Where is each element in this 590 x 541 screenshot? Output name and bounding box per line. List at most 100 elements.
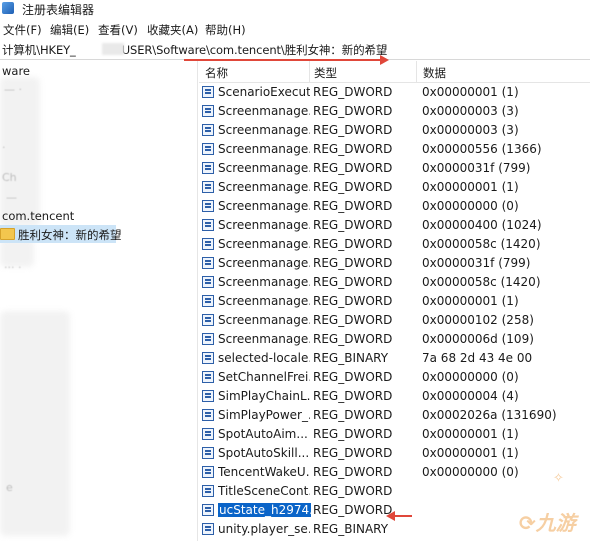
tree-item-software[interactable]: ware	[2, 64, 30, 78]
value-data: 7a 68 2d 43 4e 00	[422, 351, 533, 365]
value-type: REG_DWORD	[313, 370, 393, 384]
value-data: 0x00000004 (4)	[422, 389, 519, 403]
menu-view[interactable]: 查看(V)	[98, 22, 138, 38]
value-data: 0x00000102 (258)	[422, 313, 534, 327]
table-row[interactable]: TencentWakeU... REG_DWORD 0x00000000 (0)	[199, 463, 590, 482]
table-row[interactable]: SpotAutoAim... REG_DWORD 0x00000001 (1)	[199, 425, 590, 444]
table-row[interactable]: Screenmanage... REG_DWORD 0x00000102 (258)	[199, 311, 590, 330]
registry-value-icon	[202, 390, 214, 402]
table-row[interactable]: selected-locale... REG_BINARY 7a 68 2d 43 …	[199, 349, 590, 368]
value-type: REG_DWORD	[313, 313, 393, 327]
registry-value-icon	[202, 371, 214, 383]
registry-value-icon	[202, 200, 214, 212]
table-row[interactable]: SpotAutoSkill... REG_DWORD 0x00000001 (1)	[199, 444, 590, 463]
table-row[interactable]: Screenmanage... REG_DWORD 0x0000058c (1420…	[199, 273, 590, 292]
value-type: REG_DWORD	[313, 389, 393, 403]
table-row[interactable]: SetChannelFrei... REG_DWORD 0x00000000 (0)	[199, 368, 590, 387]
value-type: REG_DWORD	[313, 180, 393, 194]
value-data: 0x00000001 (1)	[422, 180, 519, 194]
column-header-data[interactable]: 数据	[423, 65, 446, 81]
address-bar[interactable]: 计算机\HKEY_ USER\Software\com.tencent\胜利女神：…	[0, 39, 590, 60]
column-header-type[interactable]: 类型	[314, 65, 337, 81]
value-data: 0x00000003 (3)	[422, 104, 519, 118]
tree-item-selected[interactable]: 胜利女神：新的希望	[0, 227, 122, 243]
address-prefix: 计算机\HKEY_	[2, 43, 76, 57]
registry-value-icon	[202, 485, 214, 497]
value-type: REG_DWORD	[313, 484, 393, 498]
blurred-tree-text: ··· ·	[4, 261, 22, 274]
table-row[interactable]: Screenmanage... REG_DWORD 0x00000001 (1)	[199, 178, 590, 197]
table-row[interactable]: SimPlayChainL... REG_DWORD 0x00000004 (4)	[199, 387, 590, 406]
value-data: 0x0000031f (799)	[422, 256, 531, 270]
value-type: REG_DWORD	[313, 446, 393, 460]
table-row[interactable]: Screenmanage... REG_DWORD 0x00000400 (1024…	[199, 216, 590, 235]
values-list[interactable]: 名称 类型 数据 ScenarioExecut...REG_DWORD0x000…	[199, 61, 590, 541]
table-row[interactable]: Screenmanage... REG_DWORD 0x0000031f (799)	[199, 254, 590, 273]
pane-splitter[interactable]	[197, 61, 198, 541]
value-type: REG_DWORD	[313, 218, 393, 232]
tree-item-com-tencent[interactable]: com.tencent	[2, 209, 74, 223]
menu-file[interactable]: 文件(F)	[3, 22, 42, 38]
registry-value-icon	[202, 466, 214, 478]
table-row[interactable]: ScenarioExecut...REG_DWORD 0x00000001 (1)	[199, 83, 590, 102]
value-name: SpotAutoSkill...	[218, 446, 310, 460]
table-row[interactable]: Screenmanage... REG_DWORD 0x0000006d (109)	[199, 330, 590, 349]
registry-value-icon	[202, 352, 214, 364]
menu-edit[interactable]: 编辑(E)	[50, 22, 89, 38]
blurred-tree-text: Ch	[2, 171, 17, 184]
registry-value-icon	[202, 257, 214, 269]
registry-value-icon	[202, 295, 214, 307]
table-row[interactable]: SimPlayPower_... REG_DWORD 0x0002026a (131…	[199, 406, 590, 425]
annotation-arrow-line	[392, 515, 412, 517]
table-row[interactable]: Screenmanage... REG_DWORD 0x00000003 (3)	[199, 121, 590, 140]
value-type: REG_DWORD	[313, 294, 393, 308]
column-header-name[interactable]: 名称	[205, 65, 228, 81]
value-name: Screenmanage...	[218, 275, 310, 289]
value-type: REG_BINARY	[313, 522, 389, 536]
table-row[interactable]: TitleSceneCont... REG_DWORD	[199, 482, 590, 501]
registry-value-icon	[202, 409, 214, 421]
table-row[interactable]: Screenmanage... REG_DWORD 0x00000003 (3)	[199, 102, 590, 121]
value-name: Screenmanage...	[218, 142, 310, 156]
value-data: 0x00000001 (1)	[422, 427, 519, 441]
value-data: 0x00000003 (3)	[422, 123, 519, 137]
value-name: Screenmanage...	[218, 161, 310, 175]
value-type: REG_DWORD	[313, 85, 393, 99]
table-row[interactable]: Screenmanage... REG_DWORD 0x00000000 (0)	[199, 197, 590, 216]
regedit-icon	[2, 2, 14, 14]
menu-help[interactable]: 帮助(H)	[205, 22, 246, 38]
value-type: REG_DWORD	[313, 465, 393, 479]
folder-icon	[0, 228, 15, 240]
value-data: 0x00000556 (1366)	[422, 142, 542, 156]
value-type: REG_DWORD	[313, 237, 393, 251]
column-divider[interactable]	[416, 61, 417, 82]
table-row[interactable]: Screenmanage... REG_DWORD 0x00000001 (1)	[199, 292, 590, 311]
value-type: REG_DWORD	[313, 161, 393, 175]
address-suffix: USER\Software\com.tencent\胜利女神：新的希望	[121, 43, 388, 57]
value-name: SimPlayPower_...	[218, 408, 310, 422]
menu-favorites[interactable]: 收藏夹(A)	[147, 22, 198, 38]
table-row[interactable]: Screenmanage... REG_DWORD 0x0000058c (1420…	[199, 235, 590, 254]
registry-value-icon	[202, 523, 214, 535]
registry-value-icon	[202, 219, 214, 231]
value-data: 0x00000001 (1)	[422, 294, 519, 308]
registry-value-icon	[202, 428, 214, 440]
value-name: selected-locale...	[218, 351, 310, 365]
value-name: Screenmanage...	[218, 332, 310, 346]
value-name: TitleSceneCont...	[218, 484, 310, 498]
column-divider[interactable]	[309, 61, 310, 82]
value-name: SimPlayChainL...	[218, 389, 310, 403]
registry-value-icon	[202, 105, 214, 117]
value-data: 0x00000001 (1)	[422, 446, 519, 460]
tree-pane[interactable]: ware — · · Ch — com.tencent 胜利女神：新的希望 ··…	[0, 61, 196, 541]
value-type: REG_BINARY	[313, 351, 389, 365]
address-path[interactable]: 计算机\HKEY_ USER\Software\com.tencent\胜利女神：…	[2, 42, 387, 58]
table-row[interactable]: Screenmanage... REG_DWORD 0x00000556 (1366…	[199, 140, 590, 159]
table-row[interactable]: Screenmanage... REG_DWORD 0x0000031f (799)	[199, 159, 590, 178]
value-type: REG_DWORD	[313, 408, 393, 422]
value-name: Screenmanage...	[218, 123, 310, 137]
watermark-text: 九游	[535, 511, 576, 535]
value-type: REG_DWORD	[313, 123, 393, 137]
registry-value-icon	[202, 86, 214, 98]
value-name: Screenmanage...	[218, 256, 310, 270]
